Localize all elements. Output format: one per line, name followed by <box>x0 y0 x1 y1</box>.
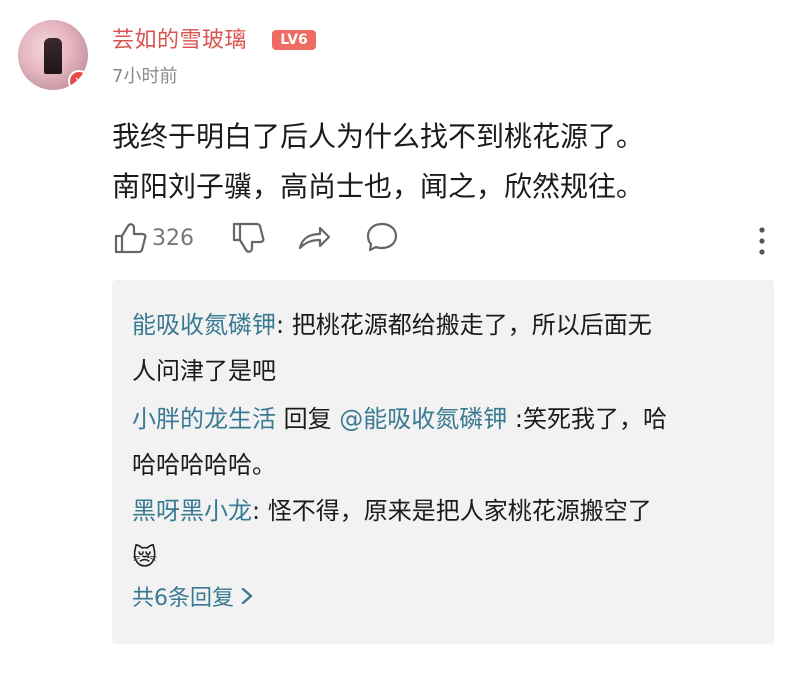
reply-text-cont: 人问津了是吧 <box>132 357 276 385</box>
reply-text: 怪不得，原来是把人家桃花源搬空了 <box>260 497 652 525</box>
more-vertical-icon[interactable] <box>756 224 768 258</box>
comment-line-2: 南阳刘子骥，高尚士也，闻之，欣然规往。 <box>112 170 645 203</box>
like-count: 326 <box>152 226 194 251</box>
reply-user[interactable]: 小胖的龙生活 <box>132 405 276 433</box>
reply-separator: : <box>276 311 285 339</box>
avatar-figure <box>44 38 62 74</box>
thumbs-up-icon[interactable] <box>112 220 148 256</box>
level-badge: LV6 <box>272 30 316 50</box>
comment-body: 我终于明白了后人为什么找不到桃花源了。 南阳刘子骥，高尚士也，闻之，欣然规往。 <box>112 112 752 212</box>
chevron-right-icon <box>241 587 253 605</box>
more-replies-label: 共6条回复 <box>132 586 234 611</box>
crying-cat-emoji: 😿 <box>132 543 158 571</box>
reply-user[interactable]: 能吸收氮磷钾 <box>132 311 276 339</box>
username[interactable]: 芸如的雪玻璃 <box>112 22 247 54</box>
timestamp: 7小时前 <box>112 66 178 87</box>
reply-text-cont: 哈哈哈哈哈。 <box>132 451 276 479</box>
comment-line-1: 我终于明白了后人为什么找不到桃花源了。 <box>112 120 645 153</box>
reply-text: :笑死我了，哈 <box>507 405 667 433</box>
chat-bubble-icon[interactable] <box>364 220 400 256</box>
reply-2[interactable]: 小胖的龙生活 回复 @能吸收氮磷钾 :笑死我了，哈 哈哈哈哈哈。 <box>132 396 752 488</box>
reply-separator: : <box>252 497 261 525</box>
reply-text: 把桃花源都给搬走了，所以后面无 <box>284 311 652 339</box>
reply-1[interactable]: 能吸收氮磷钾: 把桃花源都给搬走了，所以后面无 人问津了是吧 <box>132 302 752 394</box>
share-icon[interactable] <box>296 220 332 256</box>
thumbs-down-icon[interactable] <box>230 220 266 256</box>
reply-word: 回复 <box>276 405 340 433</box>
add-icon[interactable]: × <box>68 70 88 90</box>
avatar[interactable]: × <box>18 20 88 90</box>
reply-user[interactable]: 黑呀黑小龙 <box>132 497 252 525</box>
reply-3[interactable]: 黑呀黑小龙: 怪不得，原来是把人家桃花源搬空了 😿 <box>132 488 752 580</box>
replies-panel: 能吸收氮磷钾: 把桃花源都给搬走了，所以后面无 人问津了是吧 小胖的龙生活 回复… <box>112 280 774 644</box>
reply-mention[interactable]: @能吸收氮磷钾 <box>339 405 507 433</box>
action-bar: 326 <box>112 220 792 260</box>
view-more-replies-link[interactable]: 共6条回复 <box>132 580 254 612</box>
